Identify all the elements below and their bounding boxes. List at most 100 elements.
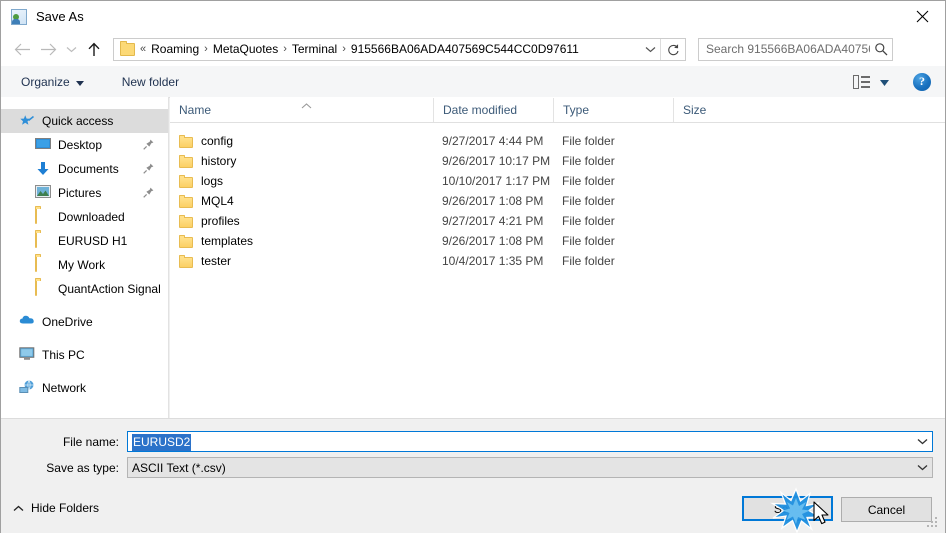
table-row[interactable]: config 9/27/2017 4:44 PM File folder <box>170 131 945 151</box>
pin-icon[interactable] <box>143 139 154 150</box>
save-as-dialog: Save As « Roaming › MetaQuotes › Termina… <box>0 0 946 533</box>
table-row[interactable]: templates 9/26/2017 1:08 PM File folder <box>170 231 945 251</box>
file-date-cell: 9/27/2017 4:44 PM <box>442 134 544 148</box>
up-icon[interactable] <box>81 36 107 62</box>
desktop-icon <box>35 137 51 153</box>
sidebar-item-label: EURUSD H1 <box>58 234 128 248</box>
organize-label: Organize <box>21 74 70 89</box>
view-layout-icon[interactable] <box>853 74 871 89</box>
table-row[interactable]: MQL4 9/26/2017 1:08 PM File folder <box>170 191 945 211</box>
recent-locations-chevron-down-icon[interactable] <box>61 36 81 62</box>
save-as-type-select[interactable]: ASCII Text (*.csv) <box>127 457 933 478</box>
new-folder-button[interactable]: New folder <box>114 67 187 97</box>
search-box[interactable]: Search 915566BA06ADA40756... <box>698 37 893 61</box>
sidebar-item-eurusd-h1[interactable]: EURUSD H1 <box>1 229 168 253</box>
sidebar-item-label: My Work <box>58 258 106 272</box>
address-chevron-down-icon[interactable] <box>640 46 660 53</box>
file-name-cell: MQL4 <box>170 194 433 208</box>
sidebar-item-label: Network <box>42 381 87 395</box>
sidebar-item-pictures[interactable]: Pictures <box>1 181 168 205</box>
close-icon[interactable] <box>899 1 945 31</box>
organize-button[interactable]: Organize <box>13 67 92 97</box>
folder-icon <box>35 280 51 297</box>
refresh-icon[interactable] <box>660 38 685 60</box>
file-type-cell: File folder <box>562 194 615 208</box>
view-chevron-down-icon[interactable] <box>880 75 889 89</box>
search-input[interactable]: Search 915566BA06ADA40756... <box>706 42 870 56</box>
sidebar-item-this-pc[interactable]: This PC <box>1 343 168 367</box>
sidebar-item-quick-access[interactable]: Quick access <box>1 109 168 133</box>
save-as-type-label: Save as type: <box>46 460 119 475</box>
chevron-down-icon[interactable] <box>913 432 932 451</box>
cancel-button[interactable]: Cancel <box>841 497 932 522</box>
sidebar-item-network[interactable]: Network <box>1 376 168 400</box>
breadcrumb-item-roaming[interactable]: Roaming <box>151 42 199 56</box>
file-name-cell: config <box>170 134 433 148</box>
folder-icon <box>179 195 193 208</box>
sidebar-item-label: Downloaded <box>58 210 125 224</box>
back-icon[interactable] <box>9 36 35 62</box>
column-header-type[interactable]: Type <box>553 97 673 122</box>
table-row[interactable]: history 9/26/2017 10:17 PM File folder <box>170 151 945 171</box>
folder-icon <box>179 155 193 168</box>
folder-icon <box>179 255 193 268</box>
save-button[interactable]: Save <box>742 496 833 521</box>
file-name-cell: profiles <box>170 214 433 228</box>
file-name-label: tester <box>201 254 232 268</box>
save-as-type-value: ASCII Text (*.csv) <box>132 460 226 475</box>
help-icon[interactable]: ? <box>913 72 931 91</box>
file-name-cell: templates <box>170 234 433 248</box>
hide-folders-button[interactable]: Hide Folders <box>13 501 99 515</box>
column-header-name[interactable]: Name <box>170 98 433 122</box>
file-type-cell: File folder <box>562 154 615 168</box>
address-bar[interactable]: « Roaming › MetaQuotes › Terminal › 9155… <box>113 37 686 61</box>
sidebar-item-label: Pictures <box>58 186 102 200</box>
folder-icon <box>179 175 193 188</box>
sidebar-item-documents[interactable]: Documents <box>1 157 168 181</box>
column-header-label: Name <box>179 102 212 117</box>
file-name-input[interactable]: EURUSD2 <box>127 431 933 452</box>
sidebar-item-onedrive[interactable]: OneDrive <box>1 310 168 334</box>
chevron-down-icon[interactable] <box>913 458 932 477</box>
pin-icon[interactable] <box>143 163 154 174</box>
sidebar-item-label: This PC <box>42 348 85 362</box>
column-header-date-modified[interactable]: Date modified <box>433 97 553 122</box>
pin-icon[interactable] <box>143 187 154 198</box>
table-row[interactable]: logs 10/10/2017 1:17 PM File folder <box>170 171 945 191</box>
sidebar-item-quantaction-signal[interactable]: QuantAction Signal <box>1 277 168 301</box>
breadcrumb-item-terminal-id[interactable]: 915566BA06ADA407569C544CC0D97611 <box>351 42 579 56</box>
sidebar-item-desktop[interactable]: Desktop <box>1 133 168 157</box>
file-date-cell: 10/10/2017 1:17 PM <box>442 174 551 188</box>
folder-icon <box>179 215 193 228</box>
file-name-label: config <box>201 134 234 148</box>
folder-icon <box>120 40 135 56</box>
new-folder-label: New folder <box>121 74 180 89</box>
sidebar-item-label: OneDrive <box>42 315 93 329</box>
breadcrumb-overflow[interactable]: « <box>135 43 151 55</box>
file-date-cell: 9/27/2017 4:21 PM <box>442 214 544 228</box>
breadcrumb-separator: › <box>204 43 208 55</box>
column-header-row: Name Date modified Type Size <box>170 97 945 123</box>
file-rows: config 9/27/2017 4:44 PM File folder his… <box>170 123 945 271</box>
sidebar-item-downloaded[interactable]: Downloaded <box>1 205 168 229</box>
file-name-label: File name: <box>62 434 119 449</box>
sidebar-item-label: Documents <box>58 162 119 176</box>
file-name-label: profiles <box>201 214 240 228</box>
folder-icon <box>35 232 51 249</box>
folder-icon <box>35 208 51 225</box>
search-icon <box>870 42 892 56</box>
table-row[interactable]: profiles 9/27/2017 4:21 PM File folder <box>170 211 945 231</box>
file-date-cell: 9/26/2017 10:17 PM <box>442 154 551 168</box>
column-header-label: Date modified <box>443 102 518 117</box>
save-as-icon <box>11 8 27 25</box>
chevron-up-icon <box>13 501 24 515</box>
file-date-cell: 9/26/2017 1:08 PM <box>442 234 544 248</box>
breadcrumb-item-terminal[interactable]: Terminal <box>292 42 337 56</box>
breadcrumb-item-metaquotes[interactable]: MetaQuotes <box>213 42 278 56</box>
this-pc-icon <box>19 347 35 363</box>
resize-grip-icon[interactable] <box>927 517 939 529</box>
forward-icon[interactable] <box>35 36 61 62</box>
table-row[interactable]: tester 10/4/2017 1:35 PM File folder <box>170 251 945 271</box>
sidebar-item-my-work[interactable]: My Work <box>1 253 168 277</box>
column-header-size[interactable]: Size <box>673 97 753 122</box>
